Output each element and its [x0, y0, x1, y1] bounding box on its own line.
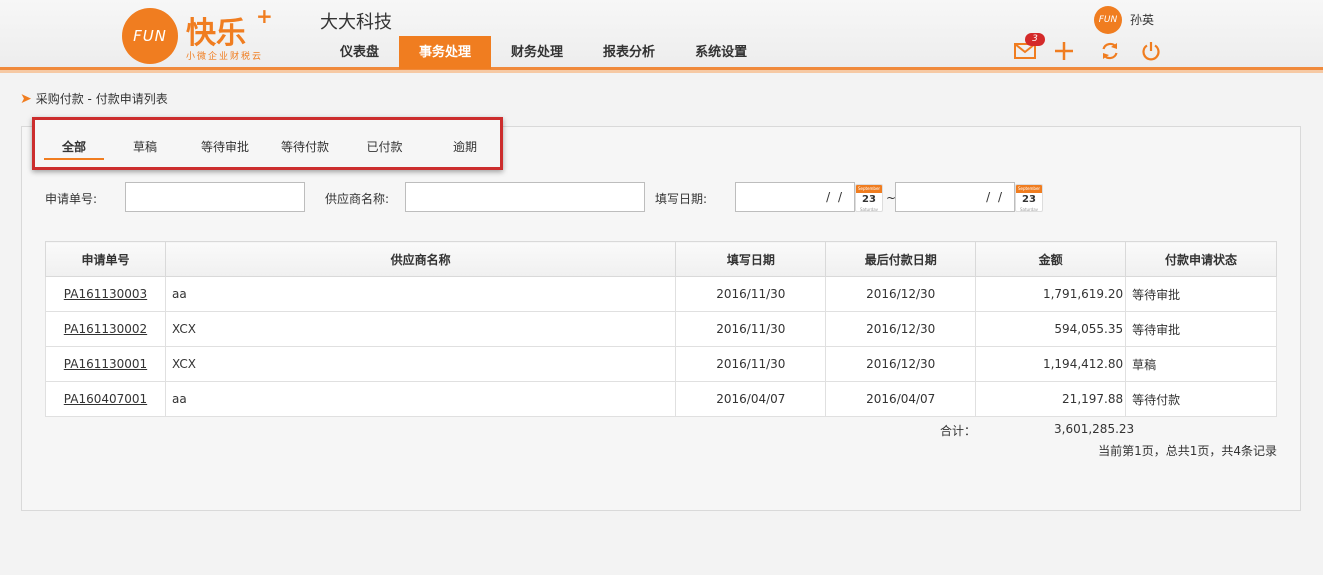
col-last-pay-date[interactable]: 最后付款日期 — [825, 241, 977, 277]
calendar-month: September — [856, 185, 882, 193]
status-cell: 等待付款 — [1125, 381, 1277, 417]
supplier-cell: aa — [164, 381, 677, 417]
payment-request-table: 申请单号 供应商名称 填写日期 最后付款日期 金额 付款申请状态 PA16113… — [45, 241, 1277, 417]
order-link[interactable]: PA160407001 — [64, 392, 147, 406]
fill-date-cell: 2016/11/30 — [675, 311, 827, 347]
refresh-icon[interactable] — [1098, 39, 1122, 63]
breadcrumb: ➤ 采购付款 - 付款申请列表 — [20, 90, 168, 107]
col-amount[interactable]: 金额 — [975, 241, 1127, 277]
nav-reports[interactable]: 报表分析 — [583, 36, 675, 69]
col-supplier[interactable]: 供应商名称 — [164, 241, 677, 277]
status-tabs: 全部 草稿 等待审批 等待付款 已付款 逾期 — [32, 117, 503, 170]
supplier-cell: aa — [164, 276, 677, 312]
main-nav: 仪表盘 事务处理 财务处理 报表分析 系统设置 — [320, 36, 767, 69]
logo-text: FUN — [133, 27, 167, 45]
table-row: PA161130002 XCX 2016/11/30 2016/12/30 59… — [45, 311, 1277, 347]
tab-paid[interactable]: 已付款 — [357, 138, 412, 160]
order-no-label: 申请单号: — [45, 192, 98, 206]
nav-dashboard[interactable]: 仪表盘 — [320, 36, 399, 69]
order-link[interactable]: PA161130003 — [64, 287, 147, 301]
amount-cell: 1,194,412.80 — [975, 346, 1127, 382]
order-no-cell: PA160407001 — [45, 381, 166, 417]
company-name: 大大科技 — [320, 12, 392, 33]
user-name[interactable]: 孙英 — [1130, 11, 1154, 28]
table-row: PA161130001 XCX 2016/11/30 2016/12/30 1,… — [45, 346, 1277, 382]
order-no-cell: PA161130001 — [45, 346, 166, 382]
status-cell: 等待审批 — [1125, 311, 1277, 347]
top-header: FUN 快乐 + 小微企业财税云 大大科技 仪表盘 事务处理 财务处理 报表分析… — [0, 0, 1323, 73]
calendar-icon[interactable]: September 23 Saturday — [855, 184, 883, 212]
last-pay-date-cell: 2016/04/07 — [825, 381, 977, 417]
calendar-day: 23 — [862, 194, 876, 205]
brand-name: 快乐 — [186, 16, 246, 51]
calendar-weekday: Saturday — [1019, 207, 1039, 212]
table-row: PA161130003 aa 2016/11/30 2016/12/30 1,7… — [45, 276, 1277, 312]
order-no-cell: PA161130003 — [45, 276, 166, 312]
pagination-info: 当前第1页，总共1页，共4条记录 — [1098, 444, 1277, 458]
tab-all[interactable]: 全部 — [44, 138, 104, 160]
power-icon[interactable] — [1139, 39, 1163, 63]
supplier-input[interactable] — [405, 182, 645, 212]
avatar[interactable]: FUN — [1094, 6, 1122, 34]
plus-icon[interactable] — [1052, 39, 1076, 63]
avatar-text: FUN — [1098, 15, 1118, 25]
mail-count-badge: 3 — [1025, 33, 1045, 46]
tab-pending-approval[interactable]: 等待审批 — [190, 138, 260, 160]
table-header-row: 申请单号 供应商名称 填写日期 最后付款日期 金额 付款申请状态 — [45, 241, 1277, 277]
total-value: 3,601,285.23 — [1054, 422, 1135, 436]
order-link[interactable]: PA161130002 — [64, 322, 147, 336]
calendar-weekday: Saturday — [859, 207, 879, 212]
table-row: PA160407001 aa 2016/04/07 2016/04/07 21,… — [45, 381, 1277, 417]
col-fill-date[interactable]: 填写日期 — [675, 241, 827, 277]
brand-plus: + — [256, 4, 273, 28]
amount-cell: 594,055.35 — [975, 311, 1127, 347]
nav-finance[interactable]: 财务处理 — [491, 36, 583, 69]
supplier-cell: XCX — [164, 346, 677, 382]
nav-affairs[interactable]: 事务处理 — [399, 36, 492, 69]
brand-subtitle: 小微企业财税云 — [186, 52, 264, 62]
date-to-input[interactable]: / / — [895, 182, 1015, 212]
supplier-cell: XCX — [164, 311, 677, 347]
order-no-cell: PA161130002 — [45, 311, 166, 347]
calendar-icon[interactable]: September 23 Saturday — [1015, 184, 1043, 212]
breadcrumb-text: 采购付款 - 付款申请列表 — [35, 92, 168, 106]
calendar-day: 23 — [1022, 194, 1036, 205]
status-cell: 等待审批 — [1125, 276, 1277, 312]
date-from-input[interactable]: / / — [735, 182, 855, 212]
last-pay-date-cell: 2016/12/30 — [825, 311, 977, 347]
amount-cell: 1,791,619.20 — [975, 276, 1127, 312]
col-order-no[interactable]: 申请单号 — [45, 241, 166, 277]
amount-cell: 21,197.88 — [975, 381, 1127, 417]
nav-settings[interactable]: 系统设置 — [675, 36, 767, 69]
brand-logo[interactable]: FUN — [122, 8, 178, 64]
supplier-label: 供应商名称: — [325, 192, 390, 206]
fill-date-cell: 2016/04/07 — [675, 381, 827, 417]
tab-draft[interactable]: 草稿 — [120, 138, 170, 160]
status-cell: 草稿 — [1125, 346, 1277, 382]
last-pay-date-cell: 2016/12/30 — [825, 276, 977, 312]
tab-pending-payment[interactable]: 等待付款 — [270, 138, 340, 160]
order-link[interactable]: PA161130001 — [64, 357, 147, 371]
fill-date-cell: 2016/11/30 — [675, 276, 827, 312]
last-pay-date-cell: 2016/12/30 — [825, 346, 977, 382]
order-no-input[interactable] — [125, 182, 305, 212]
fill-date-cell: 2016/11/30 — [675, 346, 827, 382]
tab-overdue[interactable]: 逾期 — [440, 138, 490, 160]
calendar-month: September — [1016, 185, 1042, 193]
breadcrumb-arrow-icon: ➤ — [20, 90, 32, 107]
date-label: 填写日期: — [655, 192, 708, 206]
col-status[interactable]: 付款申请状态 — [1125, 241, 1277, 277]
total-label: 合计： — [940, 424, 977, 438]
